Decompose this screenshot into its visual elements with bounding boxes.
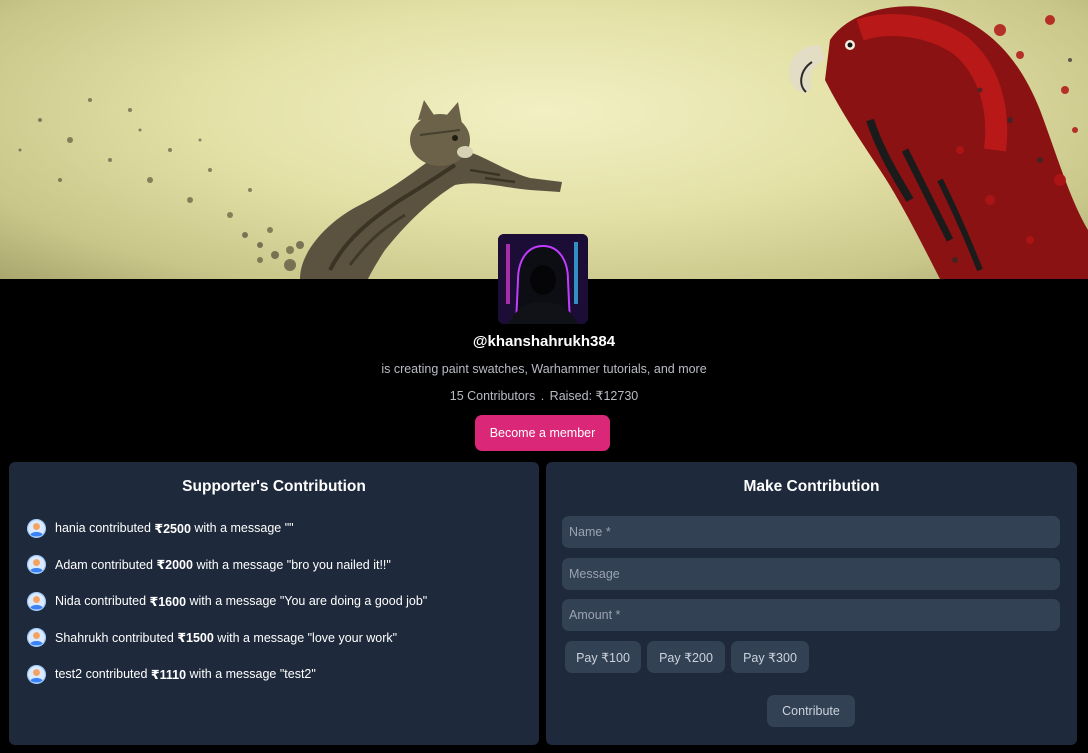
stats-separator: . bbox=[540, 389, 545, 403]
supporter-name: test2 bbox=[55, 667, 83, 681]
supporter-amount: ₹1110 bbox=[150, 667, 187, 682]
supporters-list: hania contributed ₹2500 with a message "… bbox=[27, 518, 427, 701]
supporters-panel: Supporter's Contribution hania contribut… bbox=[9, 462, 539, 745]
supporter-name: hania bbox=[55, 521, 86, 535]
name-input[interactable] bbox=[562, 516, 1060, 548]
pay-200-button[interactable]: Pay ₹200 bbox=[647, 641, 725, 673]
profile-username: @khanshahrukh384 bbox=[472, 333, 616, 350]
supporter-verb: contributed bbox=[87, 557, 157, 572]
supporter-verb: contributed bbox=[108, 630, 178, 645]
supporter-message: with a message "You are doing a good job… bbox=[186, 594, 428, 608]
supporter-verb: contributed bbox=[85, 521, 155, 535]
supporter-item: Adam contributed ₹2000 with a message "b… bbox=[27, 555, 427, 575]
supporter-item: Nida contributed ₹1600 with a message "Y… bbox=[27, 591, 427, 611]
raised-amount: Raised: ₹12730 bbox=[549, 389, 639, 403]
user-avatar-icon bbox=[27, 555, 46, 574]
supporter-name: Nida bbox=[55, 594, 81, 608]
supporters-title: Supporter's Contribution bbox=[182, 478, 366, 495]
contribution-panel: Make Contribution Pay ₹100 Pay ₹200 Pay … bbox=[546, 462, 1077, 745]
supporter-name: Adam bbox=[55, 557, 88, 572]
supporter-message: with a message "love your work" bbox=[213, 630, 398, 645]
pay-300-button[interactable]: Pay ₹300 bbox=[731, 641, 809, 673]
supporter-amount: ₹1600 bbox=[149, 594, 187, 609]
supporter-verb: contributed bbox=[82, 667, 151, 681]
contribution-title: Make Contribution bbox=[743, 478, 880, 495]
supporter-item: test2 contributed ₹1110 with a message "… bbox=[27, 664, 427, 684]
contribute-button[interactable]: Contribute bbox=[767, 695, 855, 727]
user-avatar-icon bbox=[27, 518, 46, 538]
profile-avatar bbox=[498, 234, 588, 324]
become-member-button[interactable]: Become a member bbox=[475, 415, 610, 451]
supporter-amount: ₹2000 bbox=[156, 558, 193, 572]
supporter-item: hania contributed ₹2500 with a message "… bbox=[27, 518, 427, 538]
profile-tagline: is creating paint swatches, Warhammer tu… bbox=[381, 362, 707, 376]
contributors-count: 15 Contributors bbox=[449, 389, 536, 403]
user-avatar-icon bbox=[27, 591, 46, 611]
user-avatar-icon bbox=[27, 628, 46, 647]
supporter-item: Shahrukh contributed ₹1500 with a messag… bbox=[27, 628, 427, 648]
user-avatar-icon bbox=[27, 664, 46, 684]
amount-input[interactable] bbox=[562, 599, 1060, 631]
supporter-verb: contributed bbox=[80, 594, 150, 608]
hooded-figure-icon bbox=[498, 234, 588, 324]
profile-stats: 15 Contributors . Raised: ₹12730 bbox=[0, 388, 1088, 403]
supporter-message: with a message "test2" bbox=[186, 667, 316, 681]
supporter-message: with a message "bro you nailed it!!" bbox=[192, 557, 391, 572]
pay-100-button[interactable]: Pay ₹100 bbox=[565, 641, 641, 673]
message-input[interactable] bbox=[562, 558, 1060, 590]
supporter-name: Shahrukh bbox=[55, 630, 109, 645]
supporter-message: with a message "" bbox=[190, 521, 294, 535]
supporter-amount: ₹1500 bbox=[177, 631, 214, 645]
supporter-amount: ₹2500 bbox=[154, 521, 191, 536]
